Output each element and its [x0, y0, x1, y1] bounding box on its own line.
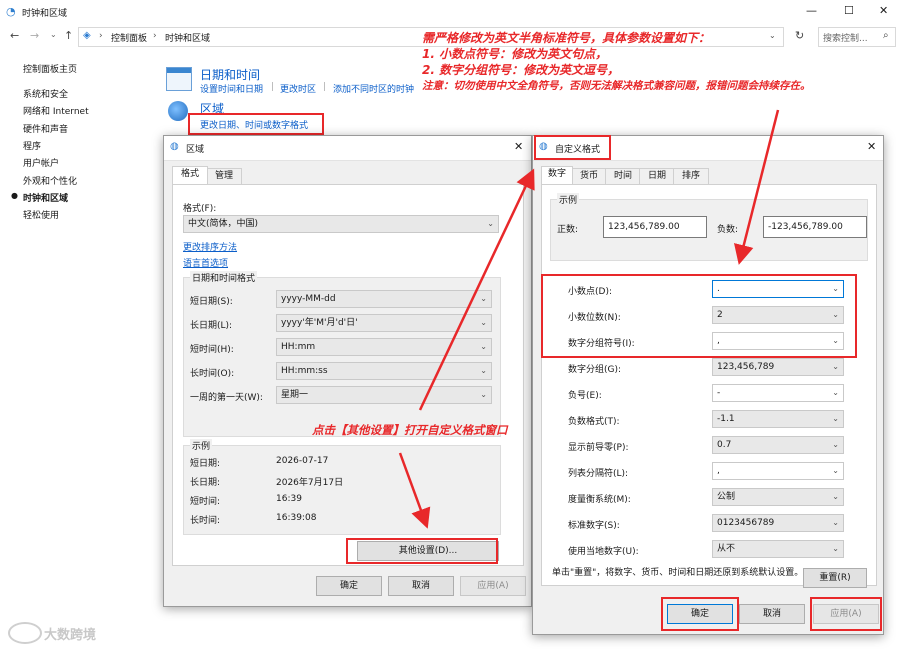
- arrow-to-other-settings: [398, 452, 431, 529]
- watermark-logo-icon: [8, 622, 42, 644]
- annotation-arrows: [398, 109, 780, 529]
- tab-format[interactable]: 格式: [172, 166, 208, 184]
- arrow-to-key-settings: [733, 109, 780, 265]
- tab-number[interactable]: 数字: [541, 166, 573, 184]
- arrow-to-custom-dialog: [418, 168, 535, 411]
- watermark-text: 大数跨境: [44, 628, 97, 643]
